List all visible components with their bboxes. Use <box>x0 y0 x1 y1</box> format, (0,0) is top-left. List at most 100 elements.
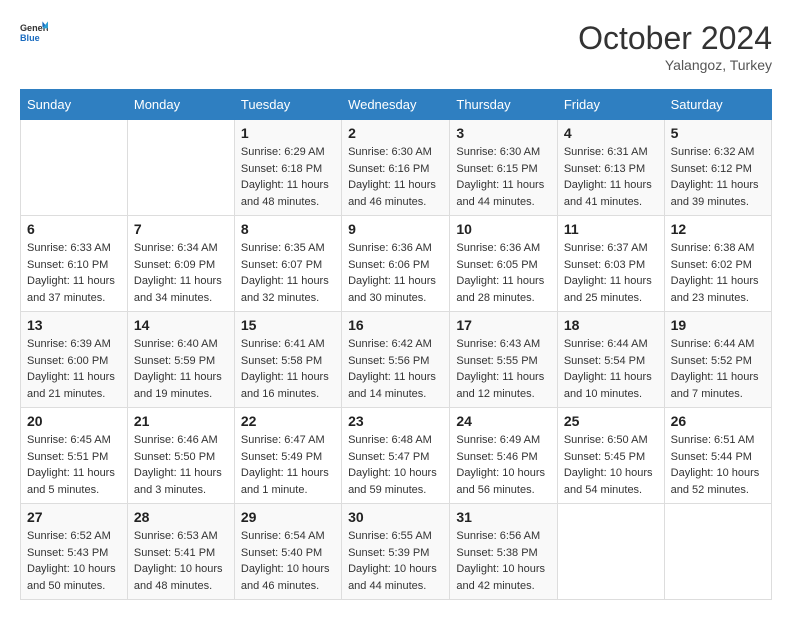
day-number: 25 <box>564 413 658 429</box>
day-number: 9 <box>348 221 443 237</box>
day-number: 31 <box>456 509 550 525</box>
day-info: Sunrise: 6:43 AM Sunset: 5:55 PM Dayligh… <box>456 336 550 402</box>
page-header: General Blue October 2024 Yalangoz, Turk… <box>20 20 772 73</box>
week-row-2: 6 Sunrise: 6:33 AM Sunset: 6:10 PM Daylig… <box>21 216 772 312</box>
calendar-cell: 30Sunrise: 6:55 AM Sunset: 5:39 PM Dayli… <box>342 504 450 600</box>
day-number: 24 <box>456 413 550 429</box>
day-header-tuesday: Tuesday <box>234 90 341 120</box>
day-info: Sunrise: 6:54 AM Sunset: 5:40 PM Dayligh… <box>241 528 335 594</box>
calendar-cell: 17 Sunrise: 6:43 AM Sunset: 5:55 PM Dayli… <box>450 312 557 408</box>
day-info: Sunrise: 6:29 AM Sunset: 6:18 PM Dayligh… <box>241 144 335 210</box>
day-number: 29 <box>241 509 335 525</box>
day-number: 2 <box>348 125 443 141</box>
day-number: 10 <box>456 221 550 237</box>
day-number: 17 <box>456 317 550 333</box>
day-number: 13 <box>27 317 121 333</box>
calendar-cell <box>664 504 771 600</box>
day-info: Sunrise: 6:35 AM Sunset: 6:07 PM Dayligh… <box>241 240 335 306</box>
day-number: 4 <box>564 125 658 141</box>
day-number: 28 <box>134 509 228 525</box>
day-header-wednesday: Wednesday <box>342 90 450 120</box>
calendar-cell: 27 Sunrise: 6:52 AM Sunset: 5:43 PM Dayli… <box>21 504 128 600</box>
day-header-sunday: Sunday <box>21 90 128 120</box>
day-info: Sunrise: 6:55 AM Sunset: 5:39 PM Dayligh… <box>348 528 443 594</box>
day-info: Sunrise: 6:48 AM Sunset: 5:47 PM Dayligh… <box>348 432 443 498</box>
calendar-cell <box>127 120 234 216</box>
day-info: Sunrise: 6:41 AM Sunset: 5:58 PM Dayligh… <box>241 336 335 402</box>
day-info: Sunrise: 6:30 AM Sunset: 6:15 PM Dayligh… <box>456 144 550 210</box>
day-info: Sunrise: 6:40 AM Sunset: 5:59 PM Dayligh… <box>134 336 228 402</box>
month-title: October 2024 <box>578 20 772 57</box>
calendar-table: SundayMondayTuesdayWednesdayThursdayFrid… <box>20 89 772 600</box>
calendar-cell: 8Sunrise: 6:35 AM Sunset: 6:07 PM Daylig… <box>234 216 341 312</box>
day-info: Sunrise: 6:33 AM Sunset: 6:10 PM Dayligh… <box>27 240 121 306</box>
calendar-cell: 16Sunrise: 6:42 AM Sunset: 5:56 PM Dayli… <box>342 312 450 408</box>
day-info: Sunrise: 6:46 AM Sunset: 5:50 PM Dayligh… <box>134 432 228 498</box>
calendar-cell: 22 Sunrise: 6:47 AM Sunset: 5:49 PM Dayli… <box>234 408 341 504</box>
calendar-cell: 19 Sunrise: 6:44 AM Sunset: 5:52 PM Dayli… <box>664 312 771 408</box>
calendar-cell: 6 Sunrise: 6:33 AM Sunset: 6:10 PM Daylig… <box>21 216 128 312</box>
day-number: 16 <box>348 317 443 333</box>
day-number: 15 <box>241 317 335 333</box>
calendar-cell: 4Sunrise: 6:31 AM Sunset: 6:13 PM Daylig… <box>557 120 664 216</box>
calendar-cell: 11Sunrise: 6:37 AM Sunset: 6:03 PM Dayli… <box>557 216 664 312</box>
day-info: Sunrise: 6:36 AM Sunset: 6:05 PM Dayligh… <box>456 240 550 306</box>
calendar-cell: 29 Sunrise: 6:54 AM Sunset: 5:40 PM Dayli… <box>234 504 341 600</box>
day-info: Sunrise: 6:45 AM Sunset: 5:51 PM Dayligh… <box>27 432 121 498</box>
day-number: 23 <box>348 413 443 429</box>
calendar-cell <box>557 504 664 600</box>
day-info: Sunrise: 6:50 AM Sunset: 5:45 PM Dayligh… <box>564 432 658 498</box>
day-number: 22 <box>241 413 335 429</box>
logo: General Blue <box>20 20 48 48</box>
day-info: Sunrise: 6:37 AM Sunset: 6:03 PM Dayligh… <box>564 240 658 306</box>
day-info: Sunrise: 6:53 AM Sunset: 5:41 PM Dayligh… <box>134 528 228 594</box>
calendar-cell: 10 Sunrise: 6:36 AM Sunset: 6:05 PM Dayli… <box>450 216 557 312</box>
day-info: Sunrise: 6:51 AM Sunset: 5:44 PM Dayligh… <box>671 432 765 498</box>
day-number: 12 <box>671 221 765 237</box>
day-info: Sunrise: 6:47 AM Sunset: 5:49 PM Dayligh… <box>241 432 335 498</box>
day-info: Sunrise: 6:39 AM Sunset: 6:00 PM Dayligh… <box>27 336 121 402</box>
calendar-cell: 18 Sunrise: 6:44 AM Sunset: 5:54 PM Dayli… <box>557 312 664 408</box>
day-info: Sunrise: 6:56 AM Sunset: 5:38 PM Dayligh… <box>456 528 550 594</box>
day-info: Sunrise: 6:49 AM Sunset: 5:46 PM Dayligh… <box>456 432 550 498</box>
title-area: October 2024 Yalangoz, Turkey <box>578 20 772 73</box>
calendar-cell: 20 Sunrise: 6:45 AM Sunset: 5:51 PM Dayli… <box>21 408 128 504</box>
day-number: 3 <box>456 125 550 141</box>
calendar-cell: 14 Sunrise: 6:40 AM Sunset: 5:59 PM Dayli… <box>127 312 234 408</box>
week-row-4: 20 Sunrise: 6:45 AM Sunset: 5:51 PM Dayli… <box>21 408 772 504</box>
svg-text:Blue: Blue <box>20 33 40 43</box>
calendar-cell: 1 Sunrise: 6:29 AM Sunset: 6:18 PM Daylig… <box>234 120 341 216</box>
day-info: Sunrise: 6:36 AM Sunset: 6:06 PM Dayligh… <box>348 240 443 306</box>
day-number: 1 <box>241 125 335 141</box>
day-info: Sunrise: 6:44 AM Sunset: 5:52 PM Dayligh… <box>671 336 765 402</box>
day-info: Sunrise: 6:34 AM Sunset: 6:09 PM Dayligh… <box>134 240 228 306</box>
day-header-thursday: Thursday <box>450 90 557 120</box>
day-number: 14 <box>134 317 228 333</box>
calendar-cell: 15 Sunrise: 6:41 AM Sunset: 5:58 PM Dayli… <box>234 312 341 408</box>
day-number: 6 <box>27 221 121 237</box>
calendar-cell: 26Sunrise: 6:51 AM Sunset: 5:44 PM Dayli… <box>664 408 771 504</box>
day-header-monday: Monday <box>127 90 234 120</box>
calendar-cell: 25 Sunrise: 6:50 AM Sunset: 5:45 PM Dayli… <box>557 408 664 504</box>
day-info: Sunrise: 6:52 AM Sunset: 5:43 PM Dayligh… <box>27 528 121 594</box>
calendar-cell: 7Sunrise: 6:34 AM Sunset: 6:09 PM Daylig… <box>127 216 234 312</box>
calendar-cell: 31 Sunrise: 6:56 AM Sunset: 5:38 PM Dayli… <box>450 504 557 600</box>
day-number: 21 <box>134 413 228 429</box>
subtitle: Yalangoz, Turkey <box>578 57 772 73</box>
day-info: Sunrise: 6:32 AM Sunset: 6:12 PM Dayligh… <box>671 144 765 210</box>
day-header-friday: Friday <box>557 90 664 120</box>
week-row-1: 1 Sunrise: 6:29 AM Sunset: 6:18 PM Daylig… <box>21 120 772 216</box>
calendar-cell <box>21 120 128 216</box>
day-info: Sunrise: 6:30 AM Sunset: 6:16 PM Dayligh… <box>348 144 443 210</box>
day-number: 27 <box>27 509 121 525</box>
day-number: 5 <box>671 125 765 141</box>
calendar-cell: 23 Sunrise: 6:48 AM Sunset: 5:47 PM Dayli… <box>342 408 450 504</box>
calendar-cell: 2 Sunrise: 6:30 AM Sunset: 6:16 PM Daylig… <box>342 120 450 216</box>
day-number: 19 <box>671 317 765 333</box>
day-info: Sunrise: 6:44 AM Sunset: 5:54 PM Dayligh… <box>564 336 658 402</box>
day-number: 20 <box>27 413 121 429</box>
calendar-cell: 13 Sunrise: 6:39 AM Sunset: 6:00 PM Dayli… <box>21 312 128 408</box>
logo-icon: General Blue <box>20 20 48 48</box>
calendar-cell: 12Sunrise: 6:38 AM Sunset: 6:02 PM Dayli… <box>664 216 771 312</box>
day-number: 18 <box>564 317 658 333</box>
